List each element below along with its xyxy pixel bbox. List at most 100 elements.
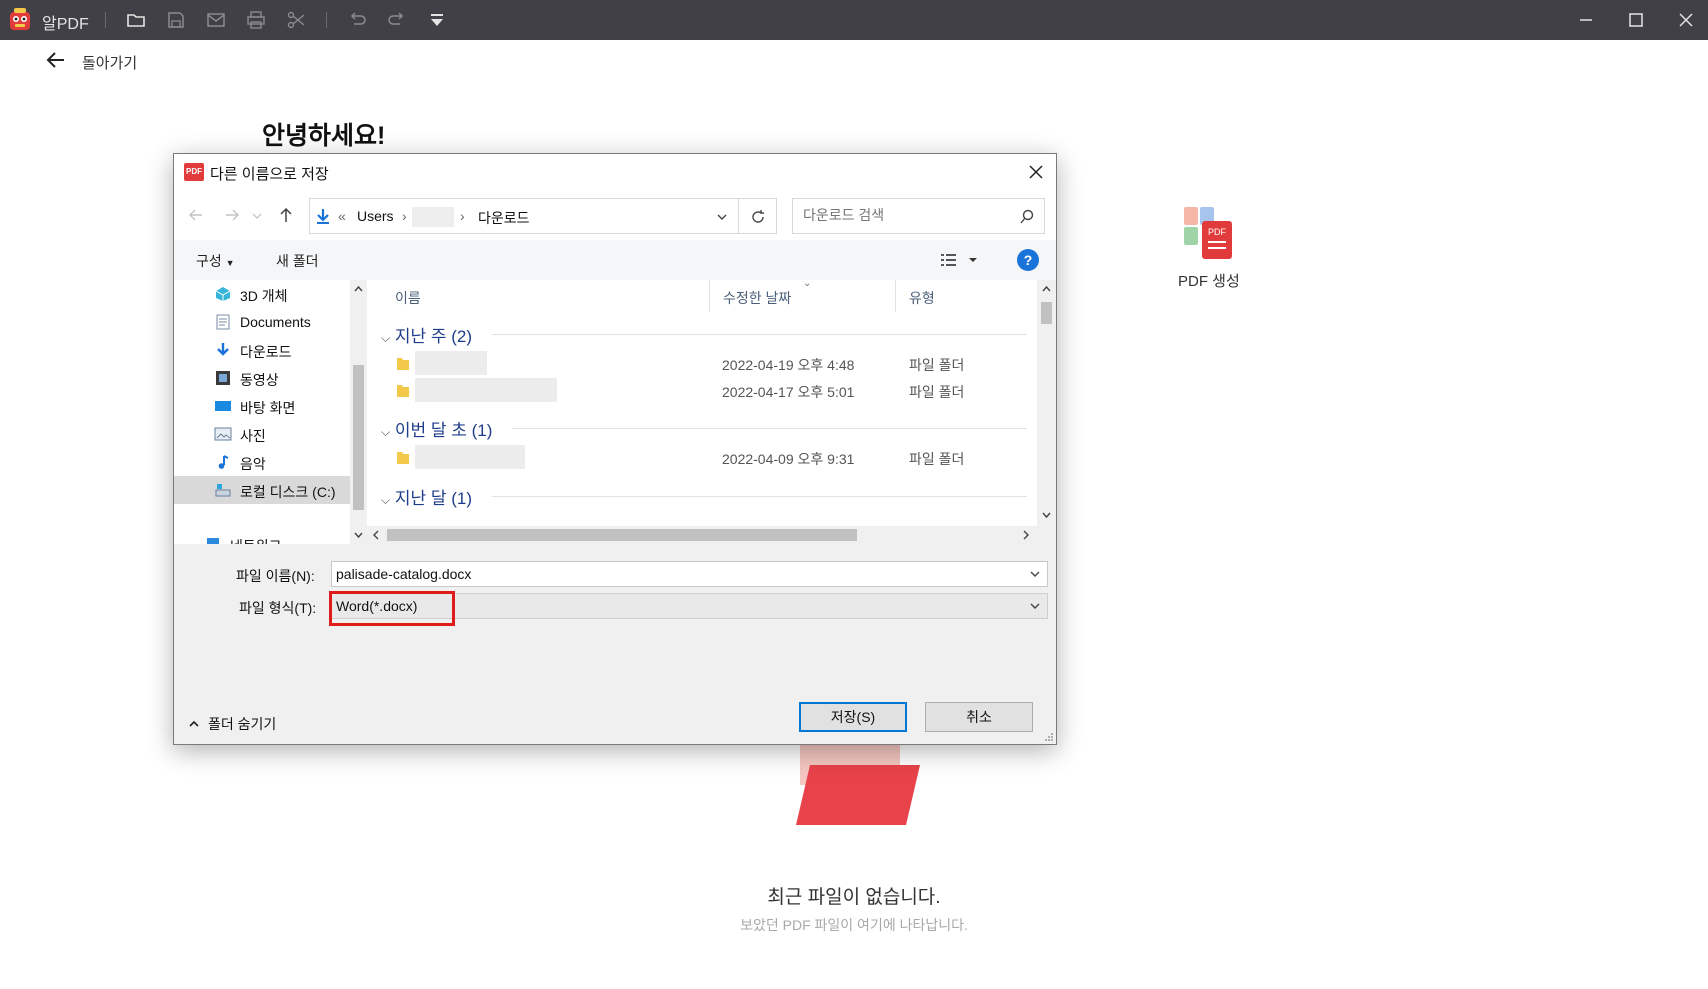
tree-item-pictures[interactable]: 사진 <box>174 420 350 448</box>
refresh-button[interactable] <box>739 198 777 234</box>
list-item[interactable]: 2022-04-17 오후 5:01 파일 폴더 <box>367 377 1027 403</box>
dialog-close-icon[interactable] <box>1026 162 1046 182</box>
column-header-type[interactable]: 유형 <box>909 288 935 308</box>
download-icon <box>217 343 229 356</box>
cancel-button[interactable]: 취소 <box>925 702 1033 732</box>
address-overflow[interactable]: « <box>338 208 346 224</box>
address-dropdown-chevron-icon[interactable] <box>716 211 728 223</box>
refresh-icon <box>752 210 764 223</box>
tree-item-downloads[interactable]: 다운로드 <box>174 336 350 364</box>
group-collapse-chevron-icon: ⌵ <box>381 493 391 507</box>
group-divider <box>492 496 1027 497</box>
back-arrow-icon[interactable] <box>44 48 68 72</box>
scrollbar-thumb[interactable] <box>1041 302 1052 324</box>
mail-icon[interactable] <box>205 9 227 31</box>
address-segment-downloads[interactable]: 다운로드 <box>478 208 530 228</box>
hide-folders-label: 폴더 숨기기 <box>208 716 277 732</box>
address-segment-users[interactable]: Users <box>357 208 394 224</box>
file-list-vertical-scrollbar[interactable] <box>1037 280 1056 544</box>
pdf-create-label[interactable]: PDF 생성 <box>1178 270 1240 291</box>
tree-item-3d-objects[interactable]: 3D 개체 <box>174 280 350 308</box>
modified-date: 2022-04-09 오후 9:31 <box>722 451 855 467</box>
address-bar[interactable]: « Users › › 다운로드 <box>309 198 739 234</box>
minimize-icon[interactable] <box>1574 8 1598 32</box>
column-separator[interactable] <box>709 280 710 312</box>
search-icon[interactable] <box>1018 208 1036 226</box>
hide-folders-toggle[interactable]: 폴더 숨기기 <box>188 714 276 734</box>
svg-text:PDF: PDF <box>1208 227 1227 237</box>
close-icon[interactable] <box>1674 8 1698 32</box>
save-button[interactable]: 저장(S) <box>799 702 907 732</box>
picture-icon <box>214 427 232 441</box>
open-folder-icon[interactable] <box>125 9 147 31</box>
filename-field[interactable] <box>331 561 1048 587</box>
redo-icon[interactable] <box>386 9 408 31</box>
app-titlebar: 알PDF <box>0 0 1708 40</box>
print-icon[interactable] <box>245 9 267 31</box>
organize-menu[interactable]: 구성 ▼ <box>196 251 235 271</box>
undo-icon[interactable] <box>346 9 368 31</box>
column-header-modified[interactable]: 수정한 날짜 <box>723 288 791 308</box>
group-divider <box>512 428 1027 429</box>
tree-item-label: 바탕 화면 <box>240 400 296 416</box>
scrollbar-thumb[interactable] <box>353 365 364 510</box>
dialog-titlebar: PDF 다른 이름으로 저장 <box>174 154 1056 190</box>
group-header[interactable]: ⌵ 지난 달 (1) <box>381 484 472 509</box>
cube-icon <box>215 287 231 301</box>
modified-date: 2022-04-17 오후 5:01 <box>722 384 855 400</box>
pdf-app-icon: PDF <box>184 163 204 181</box>
list-item[interactable]: 2022-04-09 오후 9:31 파일 폴더 <box>367 444 1027 470</box>
group-header[interactable]: ⌵ 지난 주 (2) <box>381 322 472 347</box>
chevron-up-icon <box>189 720 199 727</box>
up-folder-icon[interactable] <box>276 205 296 225</box>
download-arrow-icon <box>317 209 329 224</box>
tree-item-local-disk[interactable]: 로컬 디스크 (C:) <box>174 476 350 504</box>
list-item[interactable]: 2022-04-19 오후 4:48 파일 폴더 <box>367 350 1027 376</box>
scroll-down-arrow-icon[interactable] <box>353 530 364 540</box>
search-box[interactable] <box>792 198 1045 234</box>
view-options-icon[interactable] <box>939 251 983 269</box>
save-as-dialog: PDF 다른 이름으로 저장 « Users › › 다운로드 구성 ▼ 새 폴… <box>173 153 1057 745</box>
tree-item-desktop[interactable]: 바탕 화면 <box>174 392 350 420</box>
tree-item-documents[interactable]: Documents <box>174 308 350 336</box>
filetype-dropdown-chevron-icon[interactable] <box>1029 600 1041 612</box>
maximize-icon[interactable] <box>1624 8 1648 32</box>
modified-date: 2022-04-19 오후 4:48 <box>722 357 855 373</box>
back-label[interactable]: 돌아가기 <box>82 52 137 73</box>
tree-item-music[interactable]: 음악 <box>174 448 350 476</box>
scroll-down-arrow-icon[interactable] <box>1041 510 1052 520</box>
column-header-name[interactable]: 이름 <box>395 288 421 308</box>
file-list-horizontal-scrollbar[interactable] <box>367 526 1037 544</box>
scroll-left-arrow-icon[interactable] <box>371 530 381 540</box>
save-icon[interactable] <box>165 9 187 31</box>
new-folder-button[interactable]: 새 폴더 <box>276 251 319 271</box>
tree-item-videos[interactable]: 동영상 <box>174 364 350 392</box>
app-logo-icon <box>10 8 30 30</box>
filename-dropdown-chevron-icon[interactable] <box>1029 568 1041 580</box>
scroll-up-arrow-icon[interactable] <box>353 284 364 294</box>
filename-label: 파일 이름(N): <box>236 568 315 584</box>
back-nav-icon[interactable] <box>186 205 206 225</box>
tree-item-label: Documents <box>240 314 311 330</box>
scrollbar-thumb[interactable] <box>387 529 857 541</box>
tree-item-label: 다운로드 <box>240 344 292 360</box>
dropdown-menu-icon[interactable] <box>426 9 448 31</box>
scissors-icon[interactable] <box>285 9 307 31</box>
tree-item-network[interactable]: 네트워크 <box>174 530 350 544</box>
scroll-up-arrow-icon[interactable] <box>1041 284 1052 294</box>
scroll-right-arrow-icon[interactable] <box>1021 530 1031 540</box>
resize-grip-icon[interactable] <box>1044 732 1054 742</box>
folder-icon <box>397 358 409 370</box>
pdf-create-icon[interactable]: PDF <box>1176 205 1246 263</box>
music-icon <box>218 455 229 469</box>
organize-label: 구성 <box>196 253 222 269</box>
recent-locations-chevron-icon[interactable] <box>250 205 264 225</box>
help-button[interactable]: ? <box>1017 249 1039 271</box>
group-header[interactable]: ⌵ 이번 달 초 (1) <box>381 416 492 441</box>
filename-input[interactable] <box>336 566 936 582</box>
column-separator[interactable] <box>895 280 896 312</box>
search-input[interactable] <box>803 207 1003 223</box>
navigation-pane-scrollbar[interactable] <box>350 280 367 544</box>
forward-nav-icon[interactable] <box>222 205 242 225</box>
empty-folder-illustration <box>796 745 920 825</box>
